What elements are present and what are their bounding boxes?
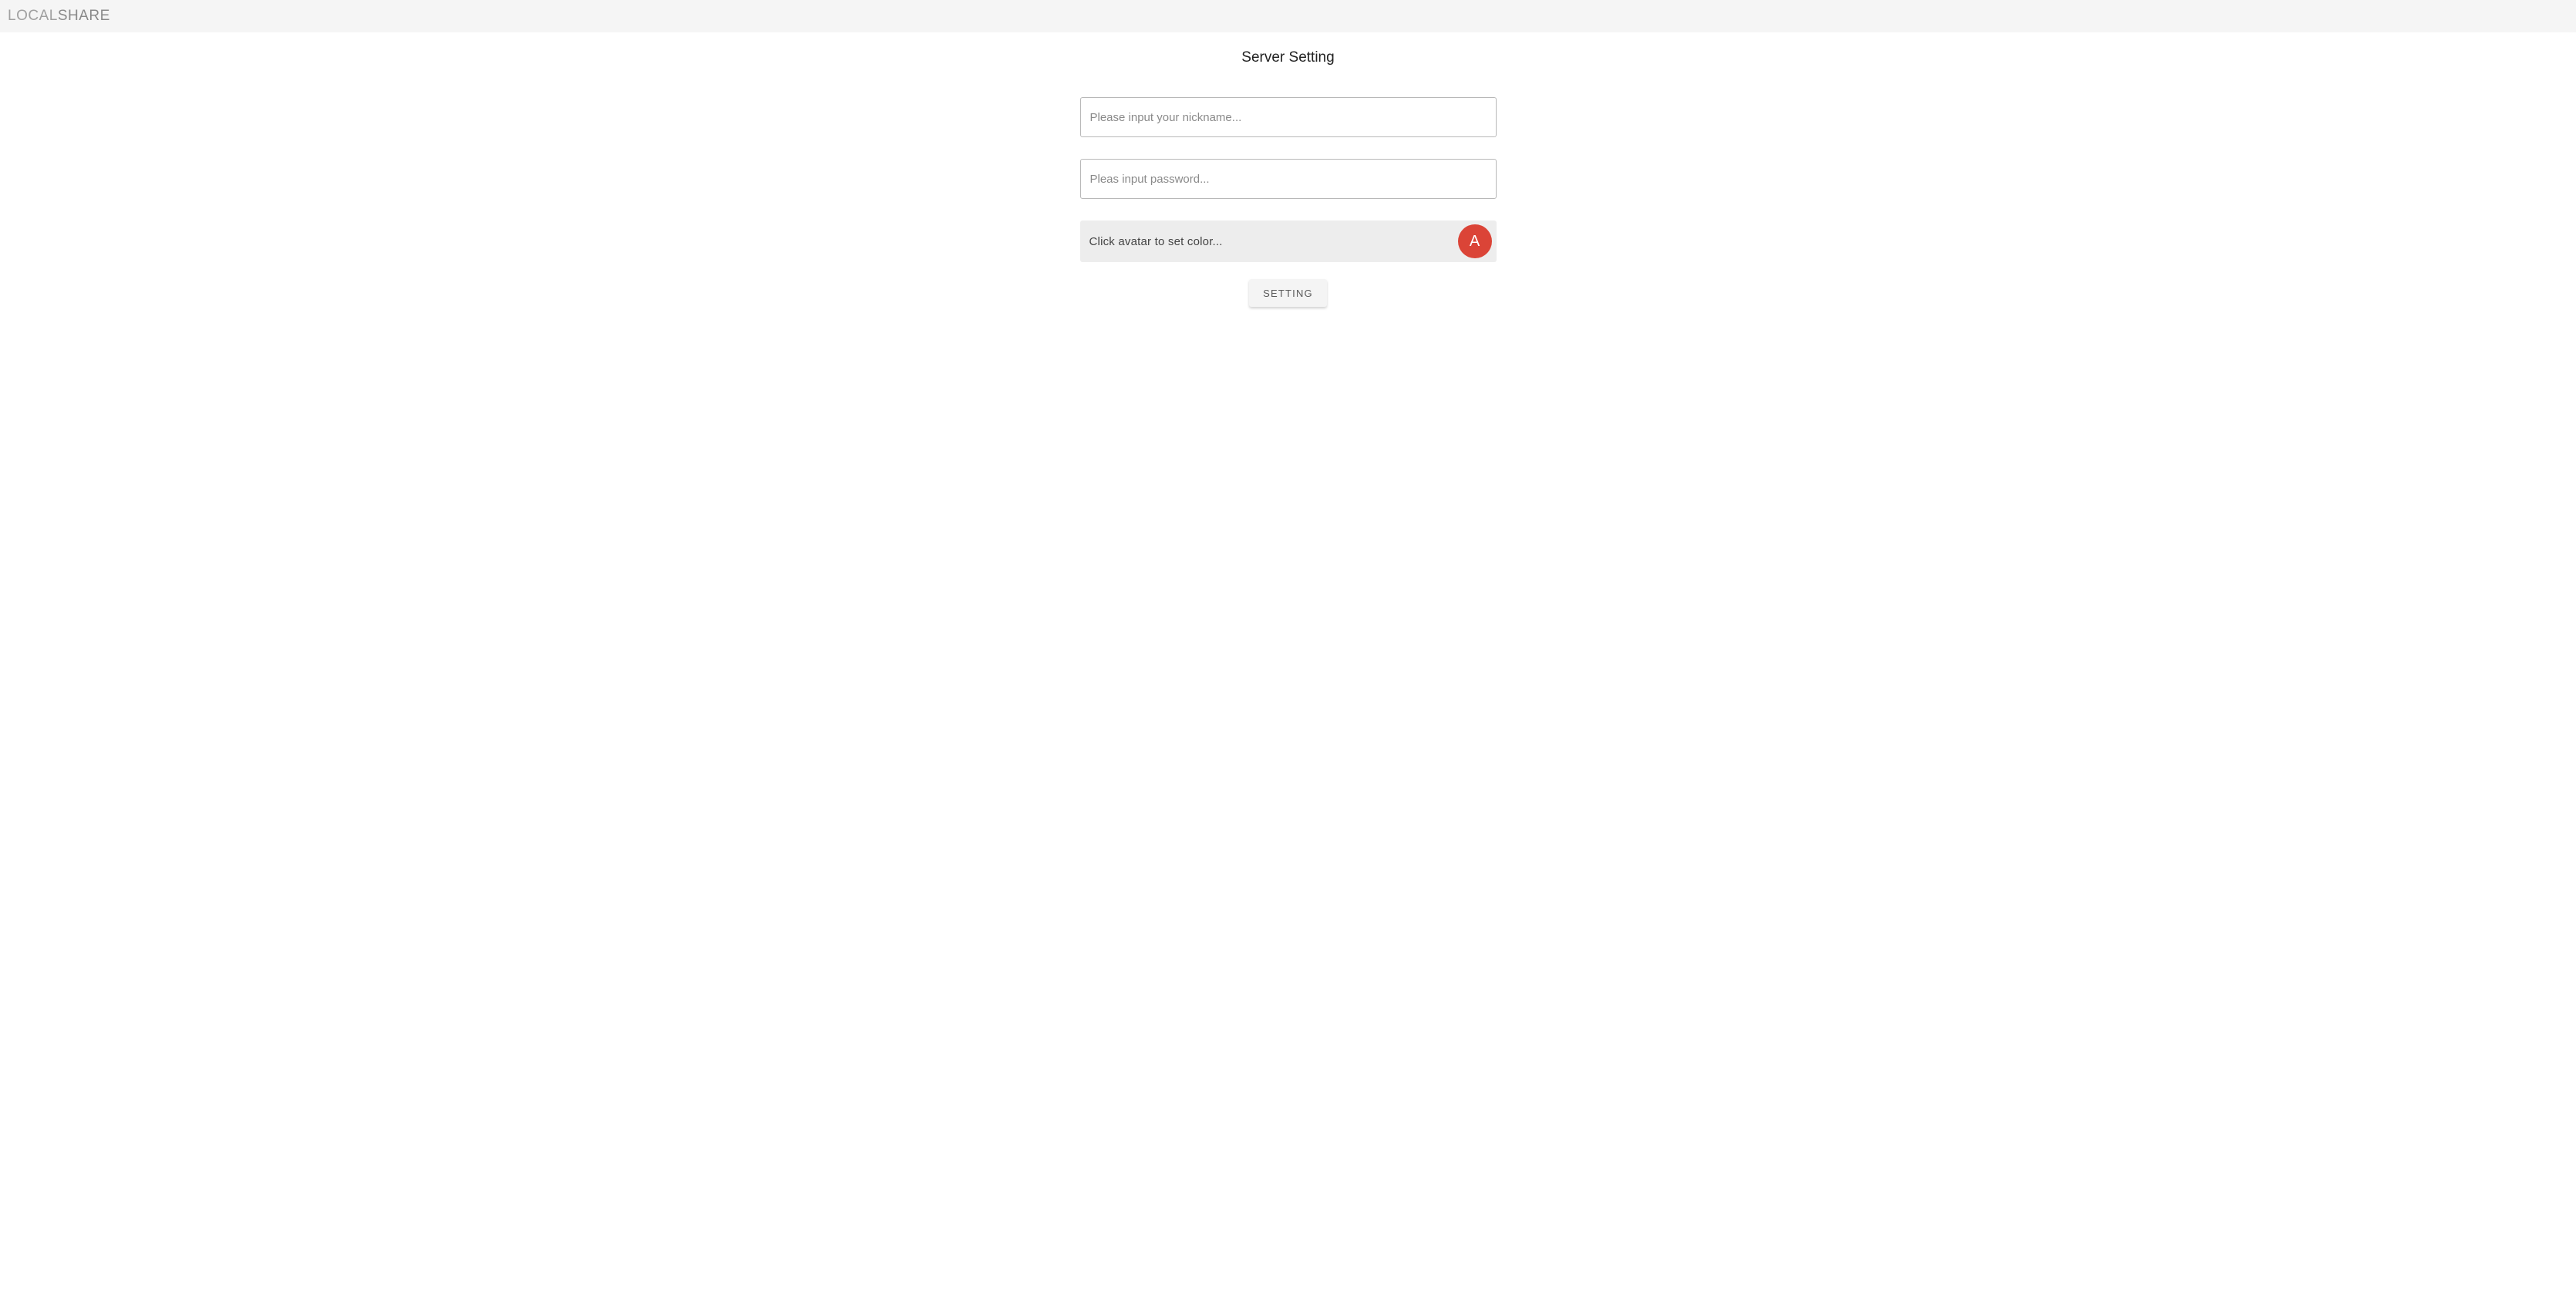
- avatar-color-row: Click avatar to set color... A: [1080, 220, 1497, 262]
- nickname-input[interactable]: [1080, 97, 1497, 137]
- page-title: Server Setting: [0, 49, 2576, 66]
- brand-part-1: Local: [8, 8, 58, 24]
- setting-button[interactable]: Setting: [1249, 279, 1327, 307]
- brand-part-2: Share: [58, 8, 110, 24]
- brand-logo: LocalShare: [8, 8, 110, 25]
- password-input[interactable]: [1080, 159, 1497, 199]
- avatar-color-label: Click avatar to set color...: [1089, 235, 1223, 248]
- avatar[interactable]: A: [1458, 224, 1492, 258]
- app-header: LocalShare: [0, 0, 2576, 32]
- submit-row: Setting: [1080, 279, 1497, 307]
- server-setting-form: Click avatar to set color... A Setting: [1080, 97, 1497, 307]
